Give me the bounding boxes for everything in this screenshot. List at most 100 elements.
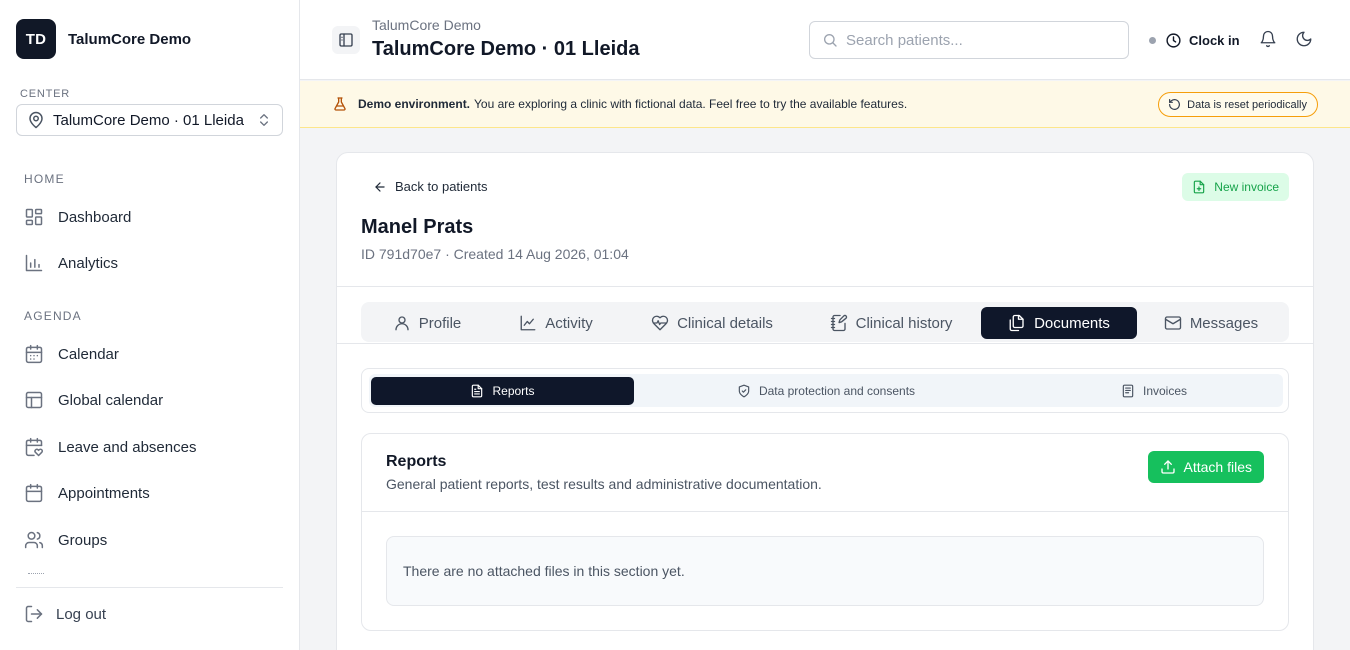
file-text-icon xyxy=(472,384,483,398)
tab-label: Messages xyxy=(1189,314,1259,332)
logout-label: Log out xyxy=(56,605,107,623)
patient-card: Back to patients New invoice Manel Prats… xyxy=(336,152,1314,650)
logout-button[interactable]: Log out xyxy=(24,604,106,624)
calendar-icon xyxy=(25,344,43,364)
patient-name: Manel Prats xyxy=(361,216,474,238)
subtab-label: Reports xyxy=(492,384,535,398)
status-dot xyxy=(1149,36,1156,44)
section-label-agenda: AGENDA xyxy=(24,309,82,323)
page-title: TalumCore Demo · 01 Lleida xyxy=(372,38,640,60)
patient-tabs: Profile Activity Clinical details Clinic… xyxy=(361,302,1289,342)
sidebar-item-label: Analytics xyxy=(58,254,119,272)
demo-banner: Demo environment. You are exploring a cl… xyxy=(300,81,1350,128)
chart-line-icon xyxy=(520,315,536,331)
center-select-value: TalumCore Demo · 01 Lleida xyxy=(53,111,244,129)
reports-description: General patient reports, test results an… xyxy=(386,476,822,492)
document-subtabs: Reports Data protection and consents Inv… xyxy=(361,368,1289,413)
subtab-label: Invoices xyxy=(1142,384,1188,398)
mail-icon xyxy=(1164,316,1181,330)
new-invoice-button[interactable]: New invoice xyxy=(1182,173,1289,201)
tab-label: Documents xyxy=(1034,314,1110,332)
banner-text: You are exploring a clinic with fictiona… xyxy=(474,97,908,111)
tab-label: Activity xyxy=(545,314,593,332)
upload-icon xyxy=(1160,460,1175,474)
sidebar-item-label: Calendar xyxy=(58,345,119,363)
patient-meta: ID 791d70e7 · Created 14 Aug 2026, 01:04 xyxy=(361,246,629,262)
subtab-data-protection[interactable]: Data protection and consents xyxy=(659,377,993,405)
subtab-invoices[interactable]: Invoices xyxy=(1029,377,1279,405)
moon-icon[interactable] xyxy=(1295,30,1313,48)
search-input[interactable] xyxy=(846,31,1106,49)
attach-files-label: Attach files xyxy=(1183,459,1252,475)
file-plus-icon xyxy=(1194,180,1205,194)
sidebar-toggle-button[interactable] xyxy=(332,26,360,54)
tab-activity[interactable]: Activity xyxy=(501,307,611,339)
sidebar-item-leave-and-absences[interactable]: Leave and absences xyxy=(24,431,284,463)
new-invoice-label: New invoice xyxy=(1214,180,1279,194)
divider xyxy=(337,286,1313,287)
attach-files-button[interactable]: Attach files xyxy=(1147,451,1264,483)
center-select[interactable]: TalumCore Demo · 01 Lleida xyxy=(16,104,283,136)
heart-pulse-icon xyxy=(651,315,669,331)
tab-messages[interactable]: Messages xyxy=(1151,307,1271,339)
global-calendar-icon xyxy=(25,391,43,409)
empty-state-text: There are no attached files in this sect… xyxy=(403,563,685,579)
tab-clinical-history[interactable]: Clinical history xyxy=(816,307,966,339)
subtab-reports[interactable]: Reports xyxy=(371,377,634,405)
brand-logo: TD xyxy=(16,19,56,59)
search-icon xyxy=(824,34,837,47)
empty-state: There are no attached files in this sect… xyxy=(386,536,1264,606)
divider xyxy=(337,343,1313,344)
reports-title: Reports xyxy=(386,453,447,470)
calendar-heart-icon xyxy=(25,437,44,457)
back-label: Back to patients xyxy=(395,179,488,194)
divider xyxy=(362,511,1288,512)
bell-icon[interactable] xyxy=(1259,30,1277,48)
sidebar-item-dashboard[interactable]: Dashboard xyxy=(24,201,284,233)
sidebar-item-analytics[interactable]: Analytics xyxy=(24,247,284,279)
tab-label: Clinical details xyxy=(677,314,773,332)
subtabs-track: Reports Data protection and consents Inv… xyxy=(369,374,1283,407)
brand-name: TalumCore Demo xyxy=(68,30,192,48)
notebook-pen-icon xyxy=(830,314,847,332)
clock-icon xyxy=(1166,32,1181,48)
analytics-icon xyxy=(25,254,43,272)
banner-bold: Demo environment. xyxy=(358,97,471,111)
files-icon xyxy=(1009,314,1024,332)
reports-panel: Reports General patient reports, test re… xyxy=(361,433,1289,631)
sidebar-item-label: Global calendar xyxy=(58,391,164,409)
logout-icon xyxy=(25,605,43,623)
header-subtitle: TalumCore Demo xyxy=(372,17,481,33)
sidebar-item-label: Dashboard xyxy=(58,208,132,226)
flask-icon xyxy=(334,97,346,111)
sidebar-item-appointments[interactable]: Appointments xyxy=(24,477,284,509)
rotate-ccw-icon xyxy=(1169,99,1181,110)
reset-badge: Data is reset periodically xyxy=(1158,92,1318,117)
panel-left-icon xyxy=(339,33,353,47)
receipt-icon xyxy=(1122,384,1134,398)
subtab-label: Data protection and consents xyxy=(758,384,916,398)
calendar-icon xyxy=(25,483,43,503)
clock-in-label: Clock in xyxy=(1189,32,1240,48)
back-to-patients-link[interactable]: Back to patients xyxy=(373,179,488,194)
search-box[interactable] xyxy=(809,21,1129,59)
dashboard-icon xyxy=(25,208,43,226)
scroll-hint xyxy=(28,573,44,574)
sidebar-item-label: Groups xyxy=(58,531,108,549)
sidebar-item-groups[interactable]: Groups xyxy=(24,524,284,556)
sidebar-item-label: Appointments xyxy=(58,484,150,502)
sidebar-item-global-calendar[interactable]: Global calendar xyxy=(24,384,284,416)
tab-documents[interactable]: Documents xyxy=(981,307,1137,339)
tab-clinical-details[interactable]: Clinical details xyxy=(636,307,788,339)
sidebar-divider xyxy=(16,587,283,588)
shield-check-icon xyxy=(738,384,750,398)
section-label-home: HOME xyxy=(24,172,65,186)
sidebar-item-calendar[interactable]: Calendar xyxy=(24,338,284,370)
sidebar-item-label: Leave and absences xyxy=(58,438,197,456)
tab-profile[interactable]: Profile xyxy=(371,307,483,339)
tab-label: Profile xyxy=(418,314,462,332)
brand[interactable]: TD TalumCore Demo xyxy=(16,19,191,59)
user-icon xyxy=(395,316,409,331)
map-pin-icon xyxy=(29,111,43,129)
clock-in-button[interactable]: Clock in xyxy=(1149,30,1240,50)
